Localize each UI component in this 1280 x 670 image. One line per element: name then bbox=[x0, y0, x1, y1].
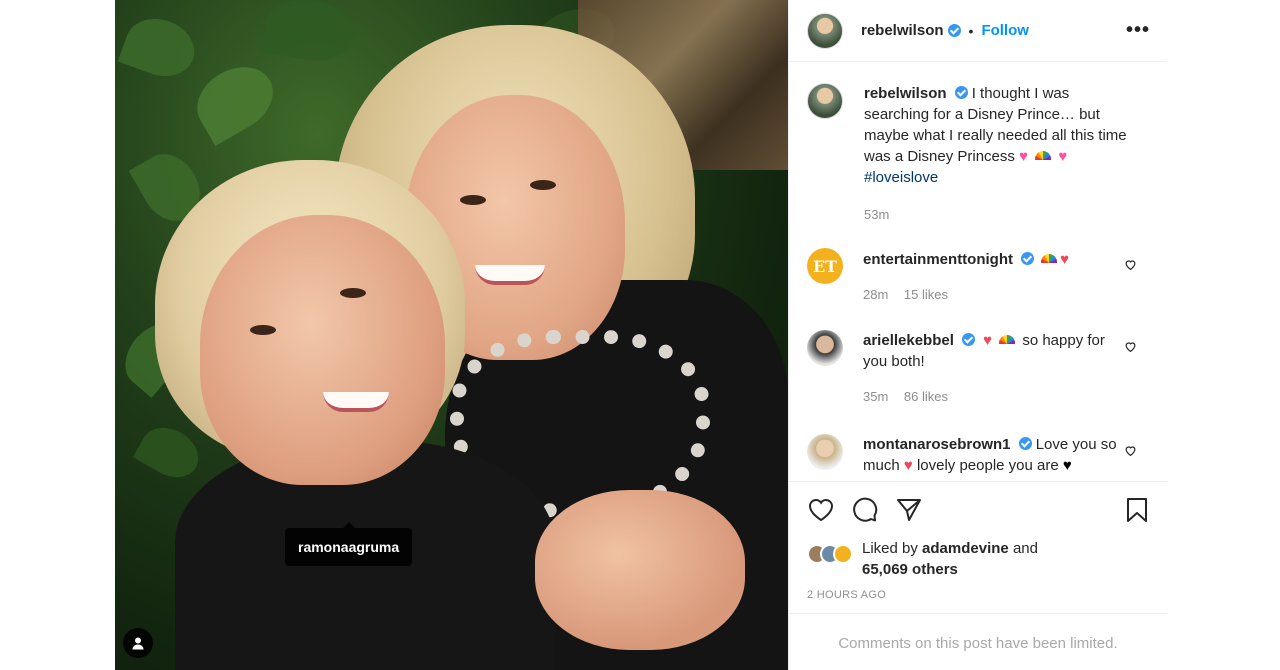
comment-item: montanarosebrown1 Love you so much ♥ lov… bbox=[807, 434, 1153, 476]
rainbow-emoji bbox=[1035, 151, 1052, 160]
post-photo[interactable] bbox=[115, 0, 788, 670]
comment-likes[interactable]: 86 likes bbox=[904, 389, 948, 404]
share-icon[interactable] bbox=[895, 496, 923, 524]
verified-badge-icon bbox=[961, 333, 975, 346]
heart-emoji: ♥ bbox=[983, 332, 992, 349]
pink-heart-emoji: ♥ bbox=[1058, 148, 1068, 165]
heart-emoji: ♥ bbox=[1060, 251, 1070, 268]
caption-avatar[interactable] bbox=[807, 83, 843, 119]
heart-emoji: ♥ bbox=[903, 457, 913, 474]
liked-by-user[interactable]: adamdevine bbox=[922, 540, 1009, 557]
comment-icon[interactable] bbox=[851, 496, 879, 524]
verified-badge-icon bbox=[1021, 252, 1034, 265]
post-sidebar: rebelwilson • Follow ••• rebelwilson I t… bbox=[788, 0, 1167, 670]
post-actions: Liked by adamdevine and 65,069 others 2 … bbox=[789, 481, 1167, 601]
black-heart-emoji: ♥ bbox=[1062, 457, 1072, 474]
caption-username[interactable]: rebelwilson bbox=[864, 85, 947, 102]
comment-like-heart-icon[interactable] bbox=[1124, 444, 1137, 457]
bookmark-icon[interactable] bbox=[1123, 496, 1151, 524]
liked-by-prefix: Liked by bbox=[862, 540, 918, 557]
verified-badge-icon bbox=[947, 24, 961, 37]
comment-text: lovely people you are bbox=[916, 457, 1059, 474]
follow-button[interactable]: Follow bbox=[981, 22, 1029, 39]
liker-avatars[interactable] bbox=[807, 544, 853, 564]
user-tag-label[interactable]: ramonaagruma bbox=[285, 522, 413, 566]
rainbow-emoji bbox=[1041, 254, 1058, 263]
comment-avatar[interactable]: ET bbox=[807, 248, 843, 284]
post-timestamp[interactable]: 2 HOURS AGO bbox=[789, 589, 1167, 601]
comment-username[interactable]: ariellekebbel bbox=[863, 332, 954, 349]
comment-avatar[interactable] bbox=[807, 330, 843, 366]
user-tag-icon[interactable] bbox=[123, 628, 153, 658]
caption-time[interactable]: 53m bbox=[864, 207, 889, 222]
comment-time[interactable]: 28m bbox=[863, 287, 888, 302]
comment-username[interactable]: entertainmenttonight bbox=[863, 251, 1013, 268]
comments-list[interactable]: rebelwilson I thought I was searching fo… bbox=[789, 63, 1167, 481]
comment-likes[interactable]: 15 likes bbox=[904, 287, 948, 302]
likes-count[interactable]: 65,069 others bbox=[862, 561, 958, 578]
separator-dot: • bbox=[968, 22, 974, 39]
author-username[interactable]: rebelwilson bbox=[861, 22, 944, 39]
comment-avatar[interactable] bbox=[807, 434, 843, 470]
caption: rebelwilson I thought I was searching fo… bbox=[807, 83, 1153, 225]
pink-heart-emoji: ♥ bbox=[1019, 148, 1028, 165]
comments-limited-notice: Comments on this post have been limited. bbox=[789, 613, 1167, 670]
comment-item: ariellekebbel ♥ so happy for you both! 3… bbox=[807, 330, 1153, 407]
comment-like-heart-icon[interactable] bbox=[1124, 258, 1137, 271]
verified-badge-icon bbox=[1018, 437, 1032, 450]
rainbow-emoji bbox=[999, 335, 1016, 344]
comment-time[interactable]: 35m bbox=[863, 389, 888, 404]
comment-item: ET entertainmenttonight ♥ 28m 15 likes bbox=[807, 248, 1153, 305]
verified-badge-icon bbox=[954, 86, 968, 99]
likes-summary[interactable]: Liked by adamdevine and 65,069 others bbox=[789, 538, 1167, 586]
comment-username[interactable]: montanarosebrown1 bbox=[863, 436, 1011, 453]
post-header: rebelwilson • Follow ••• bbox=[789, 0, 1166, 62]
hashtag-link[interactable]: #loveislove bbox=[864, 169, 938, 186]
liked-by-suffix: and bbox=[1012, 540, 1038, 557]
comment-like-heart-icon[interactable] bbox=[1124, 340, 1137, 353]
more-options-icon[interactable]: ••• bbox=[1126, 19, 1150, 42]
author-avatar[interactable] bbox=[807, 12, 843, 49]
like-heart-icon[interactable] bbox=[807, 496, 835, 524]
